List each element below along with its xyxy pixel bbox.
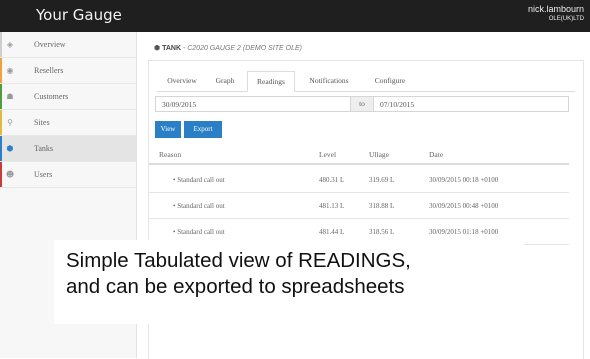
to-label: to [350,96,374,112]
cell-reason: • Standard call out [173,228,225,236]
sidebar-accent [0,84,2,109]
tab-configure[interactable]: Configure [365,71,415,91]
globe-icon: ◉ [6,66,14,75]
cell-reason: • Standard call out [173,202,225,210]
from-date-input[interactable]: 30/09/2015 [155,96,351,112]
user-org: OLE(UK)LTD [548,16,584,22]
sidebar-item-label: Customers [34,92,69,101]
user-icon: ☻ [5,170,15,179]
user-menu[interactable]: nick.lambourn OLE(UK)LTD [528,4,584,24]
col-date: Date [429,150,444,159]
sidebar-item-users[interactable]: ☻ Users [0,162,136,188]
col-level: Level [319,150,337,159]
caption-line-1: Simple Tabulated view of READINGS, [66,249,411,272]
sidebar-accent [0,32,2,57]
tab-graph[interactable]: Graph [207,71,243,91]
tank-icon: ⬢ [154,44,161,52]
sidebar-item-customers[interactable]: ☗ Customers [0,84,136,110]
cell-reason: • Standard call out [173,176,225,184]
page-title-detail: - C2020 GAUGE 2 (DEMO SITE OLE) [182,45,302,52]
cell-level: 481.13 L [319,202,345,210]
dashboard-icon: ◈ [6,40,14,49]
tab-notifications[interactable]: Notifications [299,71,359,91]
sidebar-item-label: Overview [34,40,66,49]
sidebar-item-label: Tanks [34,144,53,153]
sidebar-item-label: Resellers [34,66,64,75]
sidebar-item-overview[interactable]: ◈ Overview [0,32,136,58]
caption-text: Simple Tabulated view of READINGS, and c… [66,248,566,300]
cell-ullage: 318.56 L [369,228,395,236]
cell-date: 30/09/2015 01:18 +0100 [429,228,499,236]
tab-overview[interactable]: Overview [161,71,203,91]
caption-line-2: and can be exported to spreadsheets [66,275,405,298]
tab-readings[interactable]: Readings [247,71,295,92]
sidebar-accent [0,110,2,135]
page-title-prefix: TANK [162,45,181,52]
readings-table-header: Reason Level Ullage Date [149,147,569,165]
user-name: nick.lambourn [527,4,584,14]
sidebar-item-label: Sites [34,118,50,127]
to-date-input[interactable]: 07/10/2015 [373,96,569,112]
map-marker-icon: ⚲ [7,118,13,127]
table-row: • Standard call out 481.13 L 318.88 L 30… [149,193,569,219]
cell-level: 481.44 L [319,228,345,236]
top-header: Your Gauge nick.lambourn OLE(UK)LTD [0,0,590,32]
shield-icon: ⬢ [6,144,14,153]
sidebar-item-sites[interactable]: ⚲ Sites [0,110,136,136]
sidebar-item-tanks[interactable]: ⬢ Tanks [0,136,136,162]
cell-level: 480.31 L [319,176,345,184]
cell-ullage: 319.69 L [369,176,395,184]
sidebar-accent [0,162,2,187]
table-row: • Standard call out 480.31 L 319.69 L 30… [149,167,569,193]
sidebar-item-label: Users [34,170,53,179]
cell-date: 30/09/2015 00:18 +0100 [429,176,499,184]
cell-date: 30/09/2015 00:48 +0100 [429,202,499,210]
users-icon: ☗ [6,92,14,101]
col-reason: Reason [159,150,182,159]
col-ullage: Ullage [369,150,389,159]
cell-ullage: 318.88 L [369,202,395,210]
export-button[interactable]: Export [184,121,222,138]
view-button[interactable]: View [155,121,181,138]
sidebar-item-resellers[interactable]: ◉ Resellers [0,58,136,84]
brand-title[interactable]: Your Gauge [36,6,122,24]
sidebar-accent [0,58,2,83]
page-title: ⬢ TANK - C2020 GAUGE 2 (DEMO SITE OLE) [154,44,302,52]
sidebar-accent [0,136,2,161]
tab-bar: Overview Graph Readings Notifications Co… [157,71,575,92]
